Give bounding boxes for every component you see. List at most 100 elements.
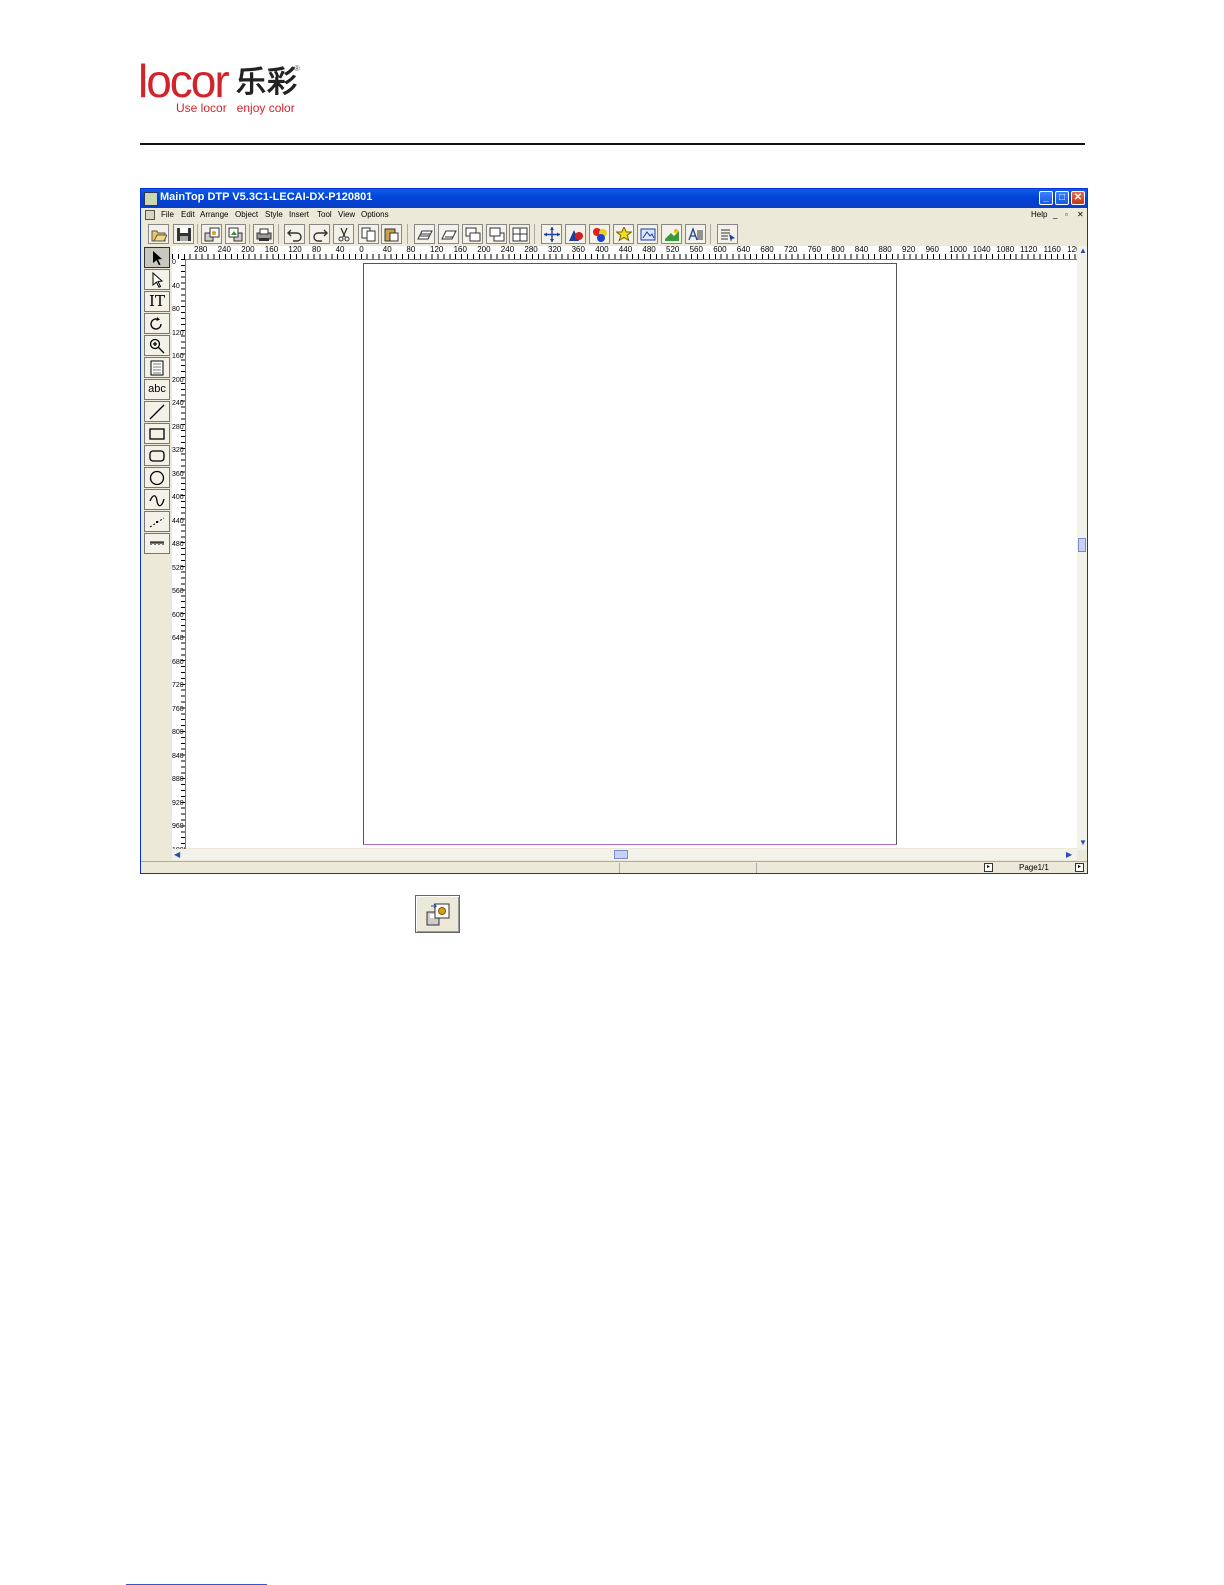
select-tool[interactable] <box>144 247 170 268</box>
color-palette-button[interactable] <box>589 224 610 244</box>
prev-page-button[interactable]: ▸ <box>984 863 993 872</box>
close-button[interactable]: ✕ <box>1071 191 1085 205</box>
rounded-rectangle-tool[interactable] <box>144 445 170 466</box>
doc-close-button[interactable]: ✕ <box>1077 210 1084 219</box>
send-backward-button[interactable] <box>486 224 507 244</box>
menu-object[interactable]: Object <box>235 210 258 219</box>
rotate-tool[interactable] <box>144 313 170 334</box>
document-icon[interactable] <box>145 210 155 220</box>
open-button[interactable] <box>148 224 169 244</box>
maximize-button[interactable]: □ <box>1055 191 1069 205</box>
undo-button[interactable] <box>284 224 305 244</box>
doc-restore-button[interactable]: ▫ <box>1065 210 1068 219</box>
fill-color-button[interactable] <box>565 224 586 244</box>
image-edit-button[interactable] <box>637 224 658 244</box>
zoom-tool[interactable] <box>144 335 170 356</box>
page-indicator: Page1/1 <box>1019 863 1049 872</box>
node-edit-tool[interactable] <box>144 269 170 290</box>
menu-edit[interactable]: Edit <box>181 210 195 219</box>
ellipse-tool[interactable] <box>144 467 170 488</box>
cut-button[interactable] <box>333 224 354 244</box>
redo-button[interactable] <box>309 224 330 244</box>
measure-tool[interactable] <box>144 533 170 554</box>
app-icon[interactable] <box>144 192 158 206</box>
fill-color-icon <box>569 230 583 241</box>
minimize-button[interactable]: _ <box>1039 191 1053 205</box>
ruler-h-label: 240 <box>500 246 515 254</box>
export-button[interactable] <box>225 224 246 244</box>
ruler-v-label: 800 <box>172 729 184 736</box>
measure-icon <box>150 541 164 545</box>
zoom-icon <box>149 338 165 354</box>
drawing-canvas[interactable] <box>186 260 1077 848</box>
ruler-h-label: 560 <box>689 246 703 254</box>
ruler-h-label: 200 <box>241 246 255 254</box>
curve-tool[interactable] <box>144 489 170 510</box>
rectangle-tool[interactable] <box>144 423 170 444</box>
abc-text-tool[interactable]: abc <box>144 379 170 400</box>
horizontal-scrollbar[interactable]: ◀ ▶ <box>172 849 1077 860</box>
ruler-v-label: 40 <box>172 282 180 290</box>
lens-button[interactable] <box>661 224 682 244</box>
line-tool[interactable] <box>144 401 170 422</box>
scroll-left-icon[interactable]: ◀ <box>174 850 180 859</box>
page-icon <box>150 360 164 376</box>
rotate-icon <box>150 317 162 330</box>
star-icon <box>616 227 632 242</box>
paste-button[interactable] <box>381 224 402 244</box>
import-button-illustration <box>415 895 460 933</box>
logo-brand: locor <box>138 55 230 107</box>
polyline-icon <box>149 517 165 528</box>
menu-arrange[interactable]: Arrange <box>200 210 228 219</box>
menu-file[interactable]: File <box>161 210 174 219</box>
menu-style[interactable]: Style <box>265 210 283 219</box>
open-icon <box>151 230 167 242</box>
logo-tagline: Use locor enjoy color <box>176 101 295 115</box>
save-button[interactable] <box>173 224 194 244</box>
text-tool[interactable]: IT <box>144 291 170 312</box>
menu-view[interactable]: View <box>338 210 355 219</box>
properties-button[interactable] <box>717 224 738 244</box>
menu-help[interactable]: Help <box>1031 210 1047 219</box>
vertical-scroll-thumb[interactable] <box>1078 538 1086 552</box>
bring-to-front-button[interactable] <box>414 224 435 244</box>
horizontal-ruler[interactable]: 280 240 200 160 120 80 40 0 40 80 120 160 200 240 280 3… <box>172 246 1087 260</box>
send-to-back-button[interactable] <box>438 224 459 244</box>
import-button[interactable] <box>201 224 222 244</box>
horizontal-scroll-thumb[interactable] <box>614 850 628 859</box>
ruler-h-label: 1160 <box>1043 246 1061 254</box>
ruler-v-label: 400 <box>172 494 184 501</box>
document-page[interactable] <box>363 263 897 845</box>
redo-icon <box>313 229 328 242</box>
text-effect-button[interactable] <box>685 224 706 244</box>
ruler-v-label: 80 <box>172 306 180 313</box>
ruler-h-label: 600 <box>713 246 727 254</box>
print-button[interactable] <box>253 224 274 244</box>
ruler-h-label: 520 <box>666 246 680 254</box>
group-button[interactable] <box>509 224 530 244</box>
menu-tool[interactable]: Tool <box>317 210 332 219</box>
copy-button[interactable] <box>358 224 379 244</box>
star-button[interactable] <box>613 224 634 244</box>
scroll-right-icon[interactable]: ▶ <box>1066 850 1072 859</box>
doc-minimize-button[interactable]: _ <box>1053 210 1057 219</box>
menu-options[interactable]: Options <box>361 210 389 219</box>
vertical-ruler[interactable]: 0 40 80 120 160 200 240 280 320 360 400 440 480 520 56… <box>172 259 186 849</box>
polyline-tool[interactable] <box>144 511 170 532</box>
logo-chinese: 乐彩 <box>236 65 298 100</box>
title-bar[interactable]: MainTop DTP V5.3C1-LECAI-DX-P120801 _ □ … <box>141 189 1087 208</box>
move-button[interactable] <box>541 224 562 244</box>
scroll-up-icon[interactable]: ▲ <box>1079 246 1087 255</box>
bring-forward-button[interactable] <box>462 224 483 244</box>
tool-palette: IT abc <box>144 247 171 847</box>
next-page-button[interactable]: ▸ <box>1075 863 1084 872</box>
rounded-rectangle-icon <box>149 450 165 462</box>
locor-logo: locor 乐彩 ® Use locor enjoy color <box>138 58 338 120</box>
ruler-h-label: 80 <box>312 246 321 254</box>
ruler-h-label: 840 <box>854 246 869 254</box>
page-tool[interactable] <box>144 357 170 378</box>
vertical-scrollbar[interactable]: ▲ ▼ <box>1077 246 1087 850</box>
scroll-down-icon[interactable]: ▼ <box>1079 838 1087 847</box>
ruler-v-label: 880 <box>172 776 184 783</box>
menu-insert[interactable]: Insert <box>289 210 309 219</box>
